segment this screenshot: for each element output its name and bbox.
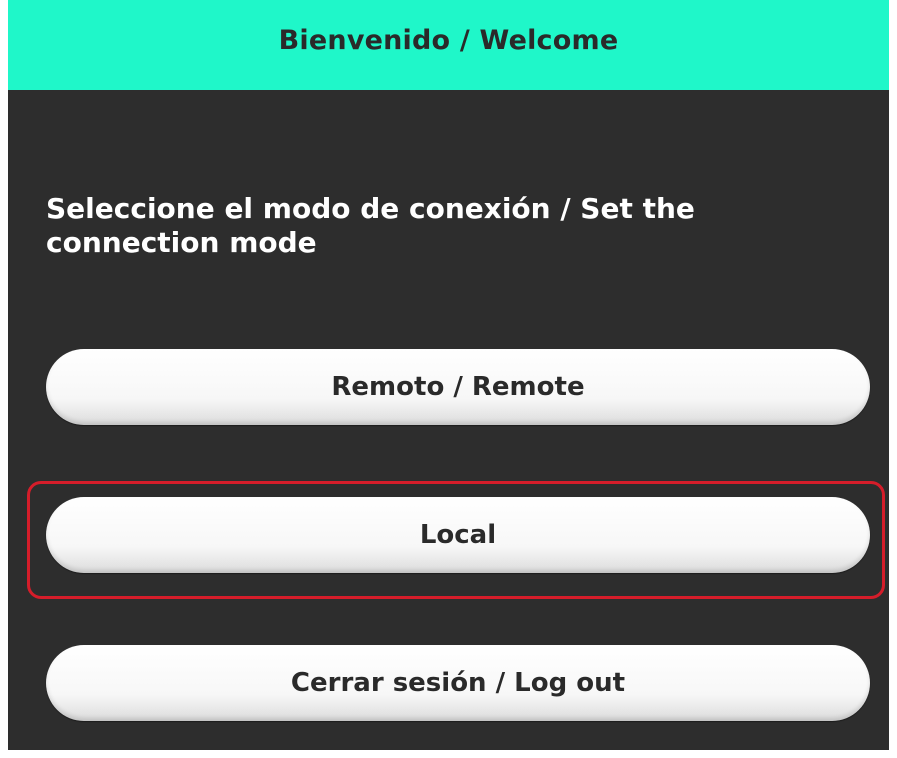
remote-button-label: Remoto / Remote <box>331 372 585 402</box>
page-title: Bienvenido / Welcome <box>278 24 619 56</box>
local-button[interactable]: Local <box>46 497 870 573</box>
local-button-label: Local <box>419 520 497 550</box>
app-screen: Bienvenido / Welcome Seleccione el modo … <box>8 0 889 750</box>
connection-mode-prompt: Seleccione el modo de conexión / Set the… <box>46 192 695 259</box>
remote-button[interactable]: Remoto / Remote <box>46 349 870 425</box>
logout-button-label: Cerrar sesión / Log out <box>290 668 626 698</box>
header-bar: Bienvenido / Welcome <box>8 0 889 90</box>
logout-button[interactable]: Cerrar sesión / Log out <box>46 645 870 721</box>
